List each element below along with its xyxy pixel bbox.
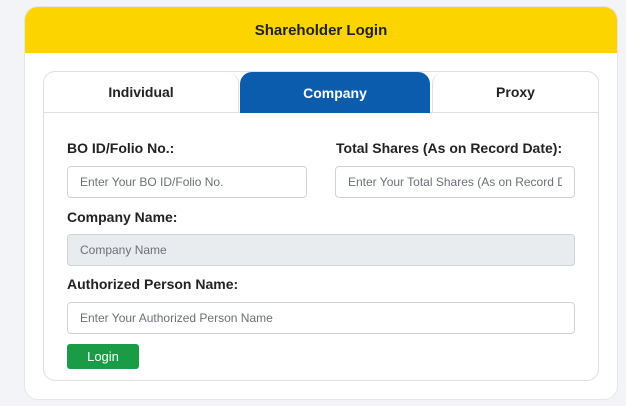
company-name-input (67, 234, 575, 266)
company-name-label: Company Name: (67, 209, 178, 225)
tab-bar: Individual Company Proxy (44, 72, 598, 113)
tab-company[interactable]: Company (240, 72, 430, 113)
tab-individual[interactable]: Individual (44, 72, 239, 112)
shareholder-login-card: Shareholder Login Individual Company Pro… (24, 6, 618, 400)
bo-id-label: BO ID/Folio No.: (67, 140, 175, 156)
card-header: Shareholder Login (25, 7, 617, 53)
login-form-panel: Individual Company Proxy BO ID/Folio No.… (43, 71, 599, 381)
bo-id-input[interactable] (67, 166, 307, 198)
total-shares-input[interactable] (335, 166, 575, 198)
total-shares-label: Total Shares (As on Record Date): (336, 140, 563, 156)
authorized-person-input[interactable] (67, 302, 575, 334)
login-button[interactable]: Login (67, 344, 139, 369)
tab-proxy[interactable]: Proxy (432, 72, 598, 112)
authorized-person-label: Authorized Person Name: (67, 276, 239, 292)
page-title: Shareholder Login (254, 21, 388, 39)
